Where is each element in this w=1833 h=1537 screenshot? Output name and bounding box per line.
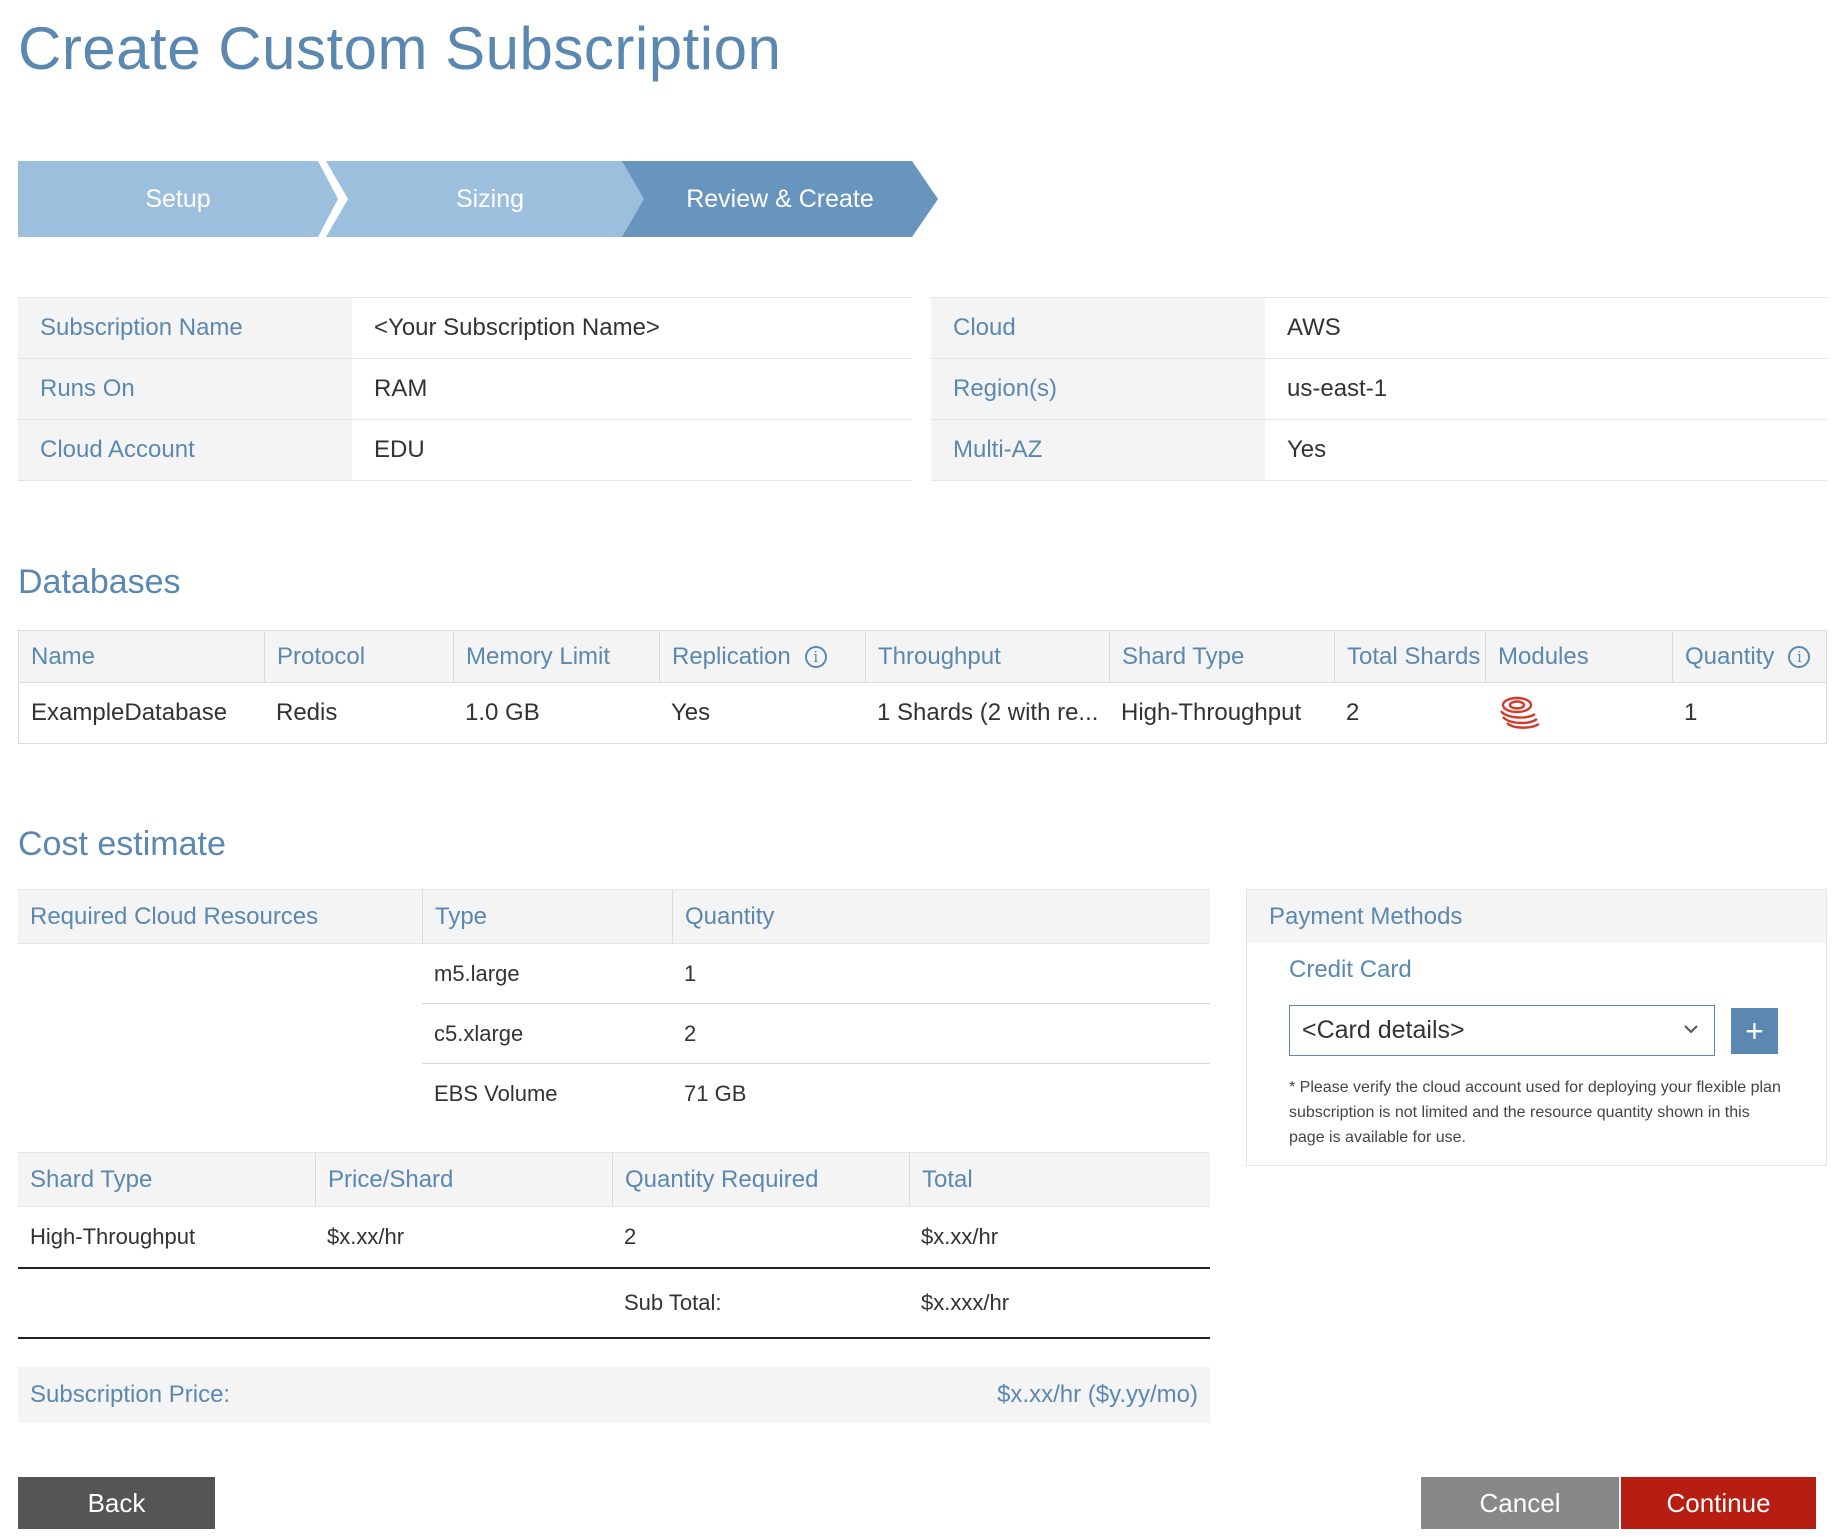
payment-methods-heading: Payment Methods	[1247, 890, 1826, 943]
col-throughput[interactable]: Throughput	[865, 631, 1109, 682]
col-memory-limit[interactable]: Memory Limit	[453, 631, 659, 682]
col-quantity-required: Quantity Required	[612, 1153, 909, 1206]
col-shard-type: Shard Type	[30, 1165, 153, 1193]
info-icon[interactable]: i	[1788, 645, 1811, 668]
cell-price: $x.xx/hr	[327, 1224, 405, 1249]
table-row: High-Throughput $x.xx/hr 2 $x.xx/hr	[18, 1207, 1210, 1269]
card-select[interactable]: <Card details>	[1289, 1005, 1715, 1056]
step-review-create[interactable]: Review & Create	[622, 161, 938, 237]
cell-total-shards: 2	[1346, 699, 1360, 726]
subtotal-spacer	[18, 1269, 612, 1337]
cell-modules	[1485, 683, 1672, 743]
cell-shard-type: High-Throughput	[30, 1224, 196, 1249]
add-card-button[interactable]: +	[1731, 1008, 1778, 1054]
cell-quantity: 1	[1684, 699, 1698, 726]
cell-protocol: Redis	[276, 699, 338, 726]
col-protocol[interactable]: Protocol	[264, 631, 453, 682]
col-replication-label: Replication	[672, 642, 791, 670]
page-title: Create Custom Subscription	[18, 15, 782, 82]
summary-row: Subscription Name <Your Subscription Nam…	[18, 297, 912, 358]
summary-label: Cloud	[931, 298, 1265, 358]
col-quantity: Quantity	[672, 890, 1210, 943]
databases-header-row: Name Protocol Memory Limit Replication i…	[19, 631, 1826, 683]
summary-value: us-east-1	[1287, 375, 1388, 402]
back-button[interactable]: Back	[18, 1477, 215, 1529]
col-type: Type	[422, 890, 672, 943]
cell-type: m5.large	[422, 944, 672, 1004]
step-sizing[interactable]: Sizing	[326, 161, 654, 237]
col-quantity[interactable]: Quantity i	[1672, 631, 1826, 682]
summary-label: Cloud Account	[18, 420, 352, 480]
payment-note: * Please verify the cloud account used f…	[1289, 1079, 1781, 1146]
shard-cost-table: Shard Type Price/Shard Quantity Required…	[18, 1152, 1210, 1339]
summary-row: Multi-AZ Yes	[931, 419, 1827, 481]
cell-quantity: 2	[624, 1224, 637, 1249]
cell-throughput: 1 Shards (2 with re...	[877, 699, 1099, 726]
col-total-shards[interactable]: Total Shards	[1334, 631, 1485, 682]
info-icon[interactable]: i	[804, 645, 827, 668]
subscription-price-value: $x.xx/hr ($y.yy/mo)	[997, 1381, 1198, 1408]
subtotal-label: Sub Total:	[624, 1290, 722, 1315]
continue-button[interactable]: Continue	[1621, 1477, 1816, 1529]
summary-label: Region(s)	[931, 359, 1265, 419]
cancel-button[interactable]: Cancel	[1421, 1477, 1619, 1529]
col-modules[interactable]: Modules	[1485, 631, 1672, 682]
summary-value: RAM	[374, 375, 428, 402]
summary-row: Runs On RAM	[18, 358, 912, 419]
cell-quantity: 2	[672, 1004, 1210, 1064]
module-stack-icon[interactable]	[1497, 694, 1541, 732]
summary-value: EDU	[374, 436, 425, 463]
col-quantity-label: Quantity	[1685, 642, 1775, 670]
summary-value: <Your Subscription Name>	[374, 314, 660, 341]
chevron-down-icon	[1684, 1025, 1698, 1034]
subscription-price-label: Subscription Price:	[30, 1381, 231, 1408]
databases-table: Name Protocol Memory Limit Replication i…	[18, 630, 1827, 744]
cell-total: $x.xx/hr	[921, 1224, 999, 1249]
resource-spacer	[18, 1004, 422, 1064]
summary-row: Cloud AWS	[931, 297, 1827, 358]
table-row[interactable]: ExampleDatabase Redis 1.0 GB Yes 1 Shard…	[19, 683, 1826, 743]
resources-header-row: Required Cloud Resources Type Quantity	[18, 889, 1210, 944]
col-shard-type[interactable]: Shard Type	[1109, 631, 1334, 682]
shard-header-row: Shard Type Price/Shard Quantity Required…	[18, 1152, 1210, 1207]
cell-replication: Yes	[671, 699, 711, 726]
cell-quantity: 71 GB	[684, 1081, 747, 1106]
summary-label: Multi-AZ	[931, 420, 1265, 480]
summary-right-table: Cloud AWS Region(s) us-east-1 Multi-AZ Y…	[931, 297, 1827, 481]
summary-left-table: Subscription Name <Your Subscription Nam…	[18, 297, 912, 481]
subtotal-row: Sub Total: $x.xxx/hr	[18, 1269, 1210, 1339]
summary-value: Yes	[1287, 436, 1327, 463]
table-row: EBS Volume 71 GB	[18, 1064, 1210, 1124]
summary-label: Subscription Name	[18, 298, 352, 358]
summary-row: Region(s) us-east-1	[931, 358, 1827, 419]
cell-type: EBS Volume	[434, 1081, 558, 1106]
col-price-shard: Price/Shard	[315, 1153, 612, 1206]
table-row: m5.large 1	[18, 944, 1210, 1004]
card-select-value: <Card details>	[1302, 1016, 1465, 1044]
col-total: Total	[909, 1153, 1210, 1206]
table-row: c5.xlarge 2	[18, 1004, 1210, 1064]
payment-methods-panel: Payment Methods Credit Card <Card detail…	[1246, 889, 1827, 1166]
resource-spacer	[18, 944, 422, 1004]
col-name[interactable]: Name	[19, 631, 264, 682]
cell-memory-limit: 1.0 GB	[465, 699, 540, 726]
credit-card-label: Credit Card	[1289, 956, 1412, 983]
col-required-cloud-resources: Required Cloud Resources	[30, 902, 319, 930]
summary-row: Cloud Account EDU	[18, 419, 912, 481]
cell-quantity: 1	[672, 944, 1210, 1004]
cell-type: c5.xlarge	[422, 1004, 672, 1064]
databases-heading: Databases	[18, 563, 181, 601]
wizard-steps: Setup Sizing Review & Create	[18, 161, 938, 237]
cost-estimate-heading: Cost estimate	[18, 825, 226, 863]
subscription-price-bar: Subscription Price: $x.xx/hr ($y.yy/mo)	[18, 1367, 1210, 1423]
cell-name: ExampleDatabase	[31, 699, 228, 726]
cloud-resources-table: Required Cloud Resources Type Quantity m…	[18, 889, 1210, 1124]
col-replication[interactable]: Replication i	[659, 631, 865, 682]
subtotal-value: $x.xxx/hr	[921, 1290, 1010, 1315]
step-setup[interactable]: Setup	[18, 161, 338, 237]
summary-label: Runs On	[18, 359, 352, 419]
summary-value: AWS	[1287, 314, 1341, 341]
cell-shard-type: High-Throughput	[1121, 699, 1302, 726]
resource-spacer	[18, 1064, 422, 1124]
